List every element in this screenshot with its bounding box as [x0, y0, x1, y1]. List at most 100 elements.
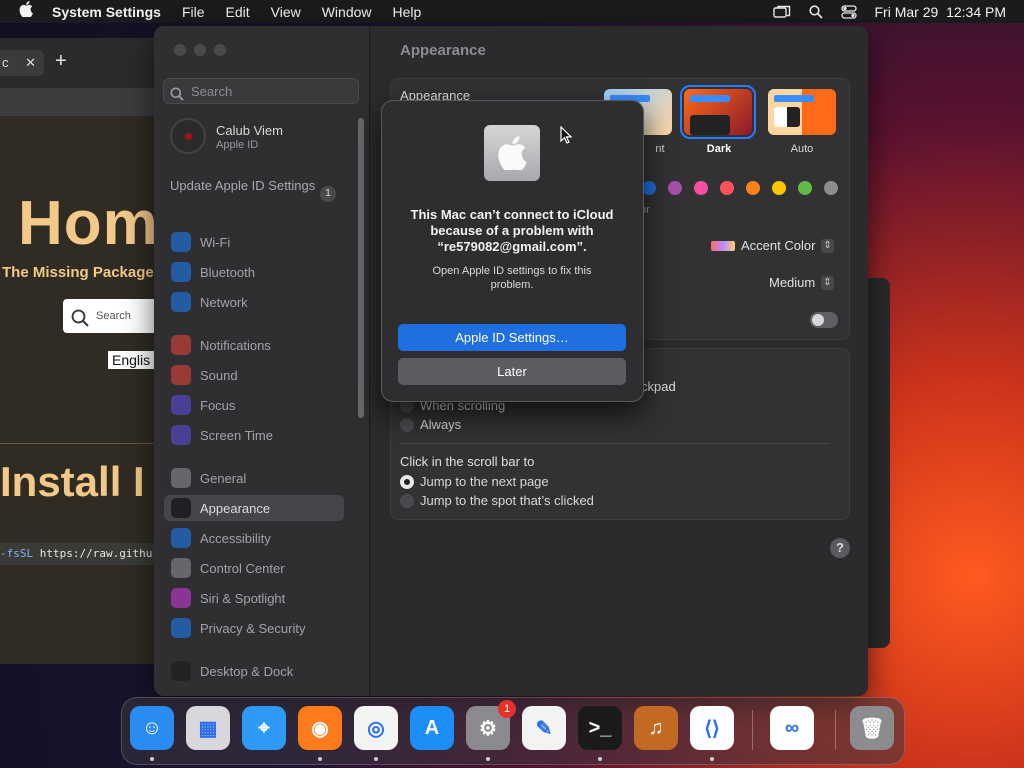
accent-color-swatch[interactable] — [798, 181, 812, 195]
sidebar-item-wi-fi[interactable]: Wi-Fi — [164, 229, 344, 255]
install-heading: Install I — [0, 458, 145, 505]
dock-separator — [752, 710, 753, 750]
accessibility-icon — [171, 528, 191, 548]
sidebar-item-general[interactable]: General — [164, 465, 344, 491]
sidebar-item-label: Siri & Spotlight — [200, 590, 286, 606]
close-tab-icon[interactable]: ✕ — [25, 50, 36, 76]
click-option-spot-clicked[interactable]: Jump to the spot that’s clicked — [400, 493, 594, 508]
sidebar-item-label: Network — [200, 294, 248, 310]
dark-mode-thumbnail[interactable] — [680, 85, 756, 139]
hand-icon — [171, 618, 191, 638]
control-center-icon[interactable] — [840, 4, 857, 19]
firefox-icon[interactable]: ◉ — [298, 706, 342, 750]
sidebar-item-bluetooth[interactable]: Bluetooth — [164, 259, 344, 285]
mouse-pointer-icon — [560, 125, 573, 149]
sidebar-item-label: Sound — [200, 367, 238, 383]
visual-studio-icon[interactable]: ∞ — [770, 706, 814, 750]
highlight-color-popup[interactable]: Accent Color ⇕ — [711, 238, 834, 253]
sidebar-icon-size-popup[interactable]: Medium ⇕ — [769, 275, 834, 290]
sidebar-item-appearance[interactable]: Appearance — [164, 495, 344, 521]
avatar — [170, 118, 206, 154]
app-menu[interactable]: System Settings — [52, 4, 161, 20]
accent-color-swatch[interactable] — [720, 181, 734, 195]
dock-icon — [171, 661, 191, 681]
sidebar-item-notifications[interactable]: Notifications — [164, 332, 344, 358]
site-search-placeholder: Search — [96, 310, 131, 322]
window-menu[interactable]: Window — [322, 4, 372, 20]
sidebar-item-privacy-security[interactable]: Privacy & Security — [164, 615, 344, 641]
sidebar-item-focus[interactable]: Focus — [164, 392, 344, 418]
sidebar-item-siri-spotlight[interactable]: Siri & Spotlight — [164, 585, 344, 611]
garageband-icon[interactable]: ♫ — [634, 706, 678, 750]
accent-color-swatch[interactable] — [746, 181, 760, 195]
later-button[interactable]: Later — [398, 358, 626, 385]
page-title: Appearance — [400, 42, 486, 59]
browser-address-bar[interactable] — [0, 88, 160, 116]
menubar-clock[interactable]: Fri Mar 29 12:34 PM — [875, 4, 1007, 20]
running-indicator — [486, 757, 490, 761]
sidebar-item-screen-time[interactable]: Screen Time — [164, 422, 344, 448]
accent-color-swatch[interactable] — [824, 181, 838, 195]
view-menu[interactable]: View — [271, 4, 301, 20]
app-store-icon[interactable]: A — [410, 706, 454, 750]
update-badge: 1 — [320, 186, 336, 202]
help-button[interactable]: ? — [830, 538, 850, 558]
textedit-icon[interactable]: ✎ — [522, 706, 566, 750]
safari-icon[interactable]: ⌖ — [242, 706, 286, 750]
accent-color-swatch[interactable] — [668, 181, 682, 195]
accent-color-swatch[interactable] — [772, 181, 786, 195]
alert-message: This Mac can’t connect to iCloud because… — [410, 207, 614, 254]
terminal-icon[interactable]: >_ — [578, 706, 622, 750]
apple-id-settings-button[interactable]: Apple ID Settings… — [398, 324, 626, 351]
browser-tab[interactable]: c ✕ — [0, 50, 44, 76]
hourglass-icon — [171, 425, 191, 445]
sidebar-scrollbar[interactable] — [358, 118, 364, 418]
edit-menu[interactable]: Edit — [226, 4, 250, 20]
divider — [400, 443, 830, 444]
tinting-toggle[interactable] — [810, 312, 838, 328]
minimize-window-button[interactable] — [194, 44, 206, 56]
spotlight-search-icon[interactable] — [808, 4, 823, 19]
sidebar-item-label: Accessibility — [200, 530, 271, 546]
close-window-button[interactable] — [174, 44, 186, 56]
sidebar-item-sound[interactable]: Sound — [164, 362, 344, 388]
moon-icon — [171, 395, 191, 415]
sidebar-item-accessibility[interactable]: Accessibility — [164, 525, 344, 551]
chevron-updown-icon: ⇕ — [821, 238, 834, 253]
sidebar-item-label: Wi-Fi — [200, 234, 231, 250]
file-menu[interactable]: File — [182, 4, 205, 20]
update-apple-id-item[interactable]: Update Apple ID Settings — [170, 178, 320, 194]
running-indicator — [374, 757, 378, 761]
screen-mirroring-icon[interactable] — [772, 5, 791, 19]
chrome-icon[interactable]: ◎ — [354, 706, 398, 750]
accent-color-swatch[interactable] — [694, 181, 708, 195]
sidebar-search-input[interactable]: Search — [163, 78, 359, 104]
click-option-next-page[interactable]: Jump to the next page — [400, 474, 549, 489]
sidebar-item-network[interactable]: Network — [164, 289, 344, 315]
accent-color-swatch[interactable] — [642, 181, 656, 195]
apple-logo-icon — [484, 125, 540, 181]
new-tab-icon[interactable]: + — [55, 50, 67, 73]
settings-sidebar: Search Calub Viem Apple ID Update Apple … — [154, 26, 370, 696]
show-scroll-bars-label: ckpad — [641, 379, 676, 394]
sidebar-item-desktop-dock[interactable]: Desktop & Dock — [164, 658, 344, 684]
install-command[interactable]: -fsSL https://raw.githu — [0, 543, 160, 565]
background-browser-window: c ✕ + Hom The Missing Package Search Eng… — [0, 38, 160, 664]
zoom-window-button[interactable] — [214, 44, 226, 56]
trash-icon[interactable]: 🗑 — [850, 706, 894, 750]
browser-tab-title: c — [2, 55, 9, 70]
language-select[interactable]: Englis — [108, 351, 155, 369]
running-indicator — [318, 757, 322, 761]
help-menu[interactable]: Help — [393, 4, 422, 20]
launchpad-icon[interactable]: ▦ — [186, 706, 230, 750]
sidebar-item-label: Control Center — [200, 560, 285, 576]
vscode-icon[interactable]: ⟨⟩ — [690, 706, 734, 750]
finder-icon[interactable]: ☺ — [130, 706, 174, 750]
sidebar-item-control-center[interactable]: Control Center — [164, 555, 344, 581]
auto-mode-thumbnail[interactable] — [768, 89, 836, 135]
site-search-input[interactable]: Search — [63, 299, 160, 333]
apple-logo-icon[interactable] — [0, 1, 52, 22]
radio-label: Always — [420, 417, 462, 432]
scroll-option-always[interactable]: Always — [400, 417, 461, 432]
bluetooth-icon — [171, 262, 191, 282]
